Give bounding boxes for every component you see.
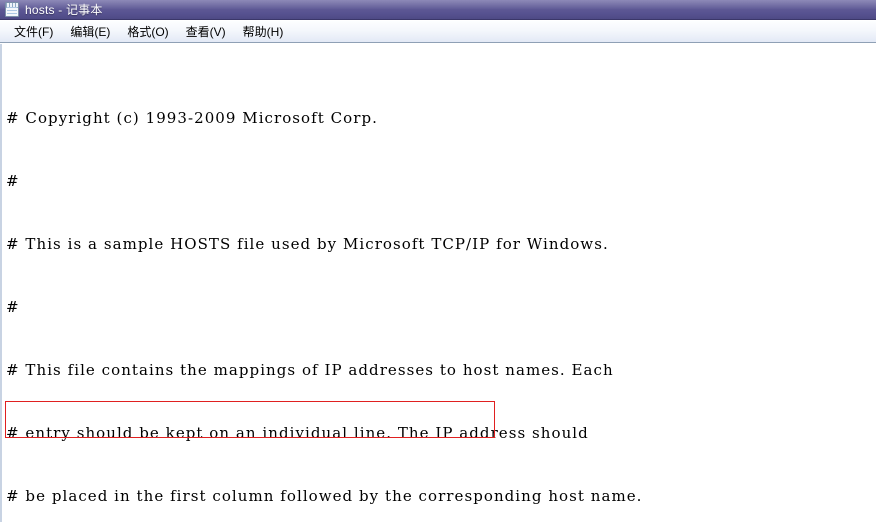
window-title: hosts - 记事本 — [25, 3, 103, 17]
text-line: # Copyright (c) 1993-2009 Microsoft Corp… — [6, 109, 378, 127]
text-line: # This is a sample HOSTS file used by Mi… — [6, 235, 609, 253]
notepad-icon — [5, 2, 19, 17]
menu-item-edit[interactable]: 编辑(E) — [62, 23, 119, 41]
notepad-window: hosts - 记事本 文件(F) 编辑(E) 格式(O) 查看(V) 帮助(H… — [0, 0, 876, 522]
text-line: # be placed in the first column followed… — [6, 487, 643, 505]
menu-item-format[interactable]: 格式(O) — [119, 23, 177, 41]
text-line: # — [6, 298, 20, 316]
hosts-file-text[interactable]: # Copyright (c) 1993-2009 Microsoft Corp… — [2, 44, 876, 522]
title-bar[interactable]: hosts - 记事本 — [0, 0, 876, 20]
text-line: # entry should be kept on an individual … — [6, 424, 589, 442]
text-line: # — [6, 172, 20, 190]
text-editor-area[interactable]: # Copyright (c) 1993-2009 Microsoft Corp… — [0, 44, 876, 522]
menu-bar: 文件(F) 编辑(E) 格式(O) 查看(V) 帮助(H) — [0, 21, 876, 43]
menu-item-help[interactable]: 帮助(H) — [235, 23, 293, 41]
text-line: # This file contains the mappings of IP … — [6, 361, 614, 379]
menu-item-file[interactable]: 文件(F) — [6, 23, 62, 41]
menu-item-view[interactable]: 查看(V) — [178, 23, 235, 41]
